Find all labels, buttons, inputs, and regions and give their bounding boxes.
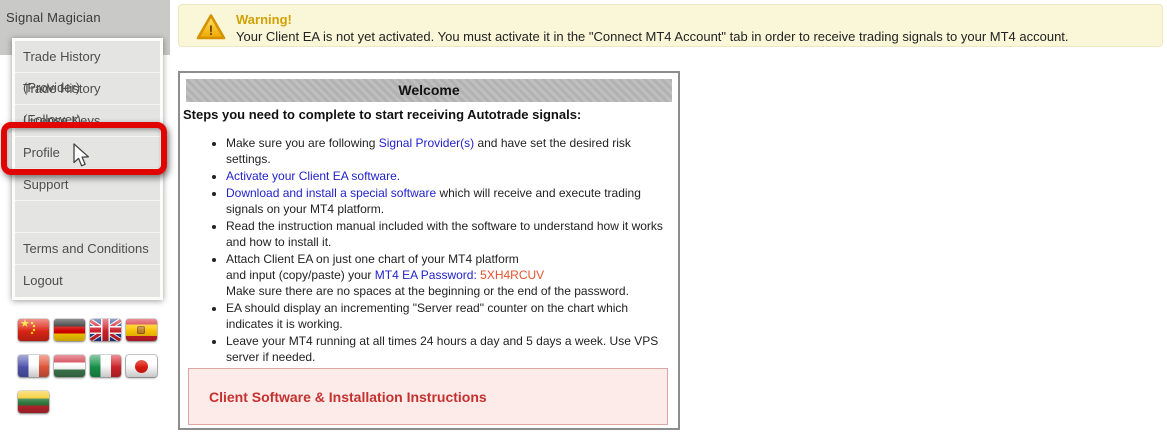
sidebar-item-label: Terms and Conditions: [23, 241, 149, 256]
step-text: Attach Client EA on just one chart of yo…: [226, 252, 519, 266]
hungary-flag-icon[interactable]: [54, 355, 85, 377]
content-panel: Welcome Steps you need to complete to st…: [178, 71, 680, 430]
step-item: Read the instruction manual included wit…: [226, 218, 668, 250]
spain-flag-icon[interactable]: [126, 319, 157, 341]
sidebar-item-trade-history-follower[interactable]: Trade History (Follower): [15, 73, 160, 127]
step-text: EA should display an incrementing "Serve…: [226, 301, 629, 331]
sidebar-item-terms-and-conditions[interactable]: Terms and Conditions: [15, 233, 160, 265]
germany-flag-icon[interactable]: [54, 319, 85, 341]
sidebar-item-empty: [15, 201, 160, 233]
step-link[interactable]: Activate your Client EA software.: [226, 169, 400, 183]
step-link[interactable]: Signal Provider(s): [379, 136, 474, 150]
warning-title: Warning!: [236, 12, 292, 27]
sidebar-item-label: Support: [23, 177, 69, 192]
sidebar-item-label: Profile: [23, 145, 60, 160]
language-flags: [18, 319, 164, 413]
step-item: Activate your Client EA software.: [226, 168, 668, 184]
warning-banner: ! Warning! Your Client EA is not yet act…: [178, 4, 1163, 47]
ea-password-value: 5XH4RCUV: [480, 268, 545, 282]
sidebar-item-trade-history-provider[interactable]: Trade History (Provider): [15, 41, 160, 95]
app-title: Signal Magician: [6, 10, 101, 25]
step-item: Leave your MT4 running at all times 24 h…: [226, 333, 668, 365]
warning-icon: !: [196, 13, 226, 46]
sidebar-item-label: License Keys: [23, 113, 101, 128]
steps-intro: Steps you need to complete to start rece…: [183, 107, 582, 122]
welcome-header: Welcome: [186, 79, 672, 102]
sidebar-item-license-keys[interactable]: License Keys: [15, 105, 160, 137]
italy-flag-icon[interactable]: [90, 355, 121, 377]
step-link[interactable]: Download and install a special software: [226, 186, 436, 200]
sidebar-item-label: Logout: [23, 273, 63, 288]
uk-flag-icon[interactable]: [90, 319, 121, 341]
step-item: Make sure you are following Signal Provi…: [226, 135, 668, 167]
step-text: Leave your MT4 running at all times 24 h…: [226, 334, 659, 364]
lithuania-flag-icon[interactable]: [18, 391, 49, 413]
japan-flag-icon[interactable]: [126, 355, 157, 377]
france-flag-icon[interactable]: [18, 355, 49, 377]
installation-instructions-title: Client Software & Installation Instructi…: [209, 388, 487, 405]
step-text: Make sure you are following: [226, 136, 379, 150]
china-flag-icon[interactable]: [18, 319, 49, 341]
step-item: EA should display an incrementing "Serve…: [226, 300, 668, 332]
sidebar-item-logout[interactable]: Logout: [15, 265, 160, 297]
warning-message: Your Client EA is not yet activated. You…: [236, 29, 1069, 44]
installation-instructions-box: Client Software & Installation Instructi…: [188, 368, 668, 425]
step-item: Attach Client EA on just one chart of yo…: [226, 251, 668, 299]
mouse-cursor-icon: [70, 143, 92, 174]
step-link[interactable]: MT4 EA Password:: [375, 268, 477, 282]
step-text: and input (copy/paste) your: [226, 268, 375, 282]
svg-text:!: !: [209, 22, 214, 38]
step-text: Read the instruction manual included wit…: [226, 219, 663, 249]
step-item: Download and install a special software …: [226, 185, 668, 217]
steps-list: Make sure you are following Signal Provi…: [180, 135, 668, 366]
step-text: Make sure there are no spaces at the beg…: [226, 284, 629, 298]
